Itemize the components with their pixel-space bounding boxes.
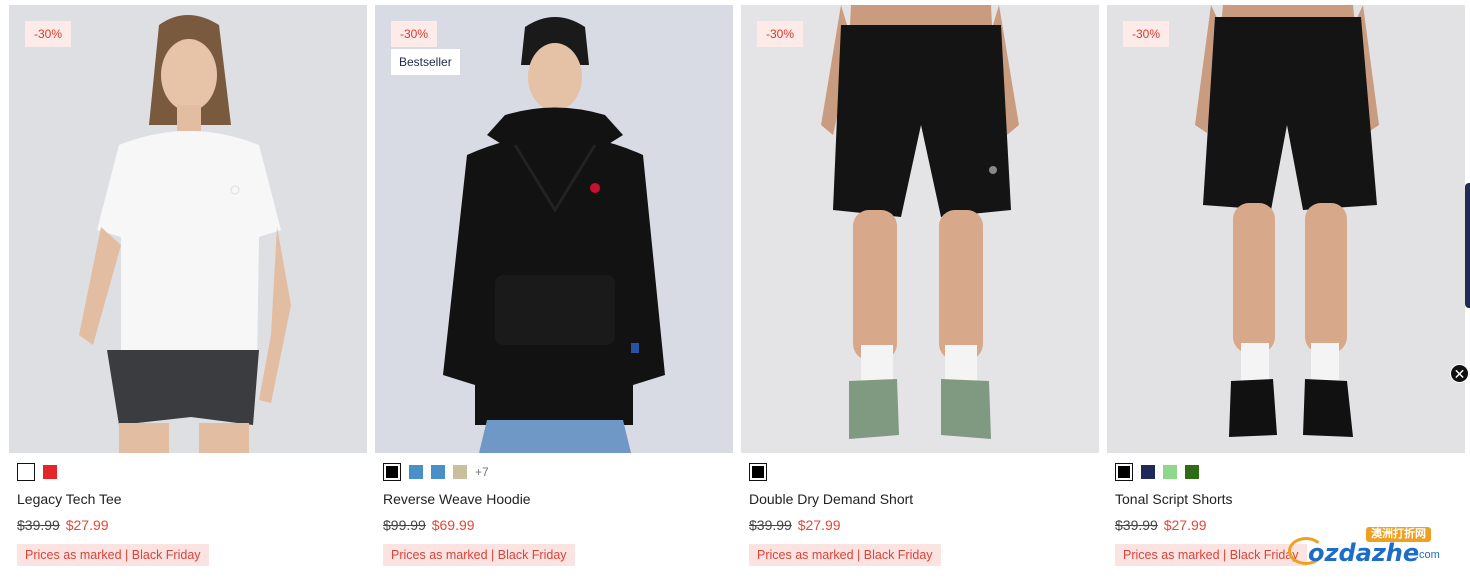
sale-price: $27.99 <box>797 517 841 533</box>
shorts-model-illustration <box>1195 5 1379 437</box>
product-name[interactable]: Double Dry Demand Short <box>749 491 1099 509</box>
product-card[interactable]: -30% Bestseller +7 Reverse Weave Hoodie … <box>375 5 733 566</box>
product-card[interactable]: -30% Tonal Script Shorts $39.99 $27.99 P… <box>1107 5 1465 566</box>
product-price: $39.99 $27.99 <box>17 517 367 535</box>
color-swatch[interactable] <box>453 465 467 479</box>
product-image[interactable]: -30% <box>1107 5 1465 453</box>
product-grid: -30% Legacy Tech Tee $39.99 $27.99 Price… <box>9 5 1465 566</box>
color-swatches <box>1115 463 1465 481</box>
color-swatch[interactable] <box>43 465 57 479</box>
color-swatch[interactable] <box>749 463 767 481</box>
close-icon[interactable]: ✕ <box>1450 364 1469 383</box>
original-price: $99.99 <box>383 517 426 533</box>
bestseller-tag: Bestseller <box>391 49 460 75</box>
discount-badge: -30% <box>391 21 438 47</box>
color-swatch[interactable] <box>1115 463 1133 481</box>
watermark-logo: 澳洲打折网 ozdazhe .com <box>1288 527 1463 573</box>
color-swatches <box>749 463 1099 481</box>
color-swatches: +7 <box>383 463 733 481</box>
tee-model-illustration <box>79 15 291 453</box>
color-swatch[interactable] <box>17 463 35 481</box>
product-name[interactable]: Reverse Weave Hoodie <box>383 491 733 509</box>
watermark-main: ozdazhe <box>1308 539 1420 567</box>
discount-badge: -30% <box>1123 21 1170 47</box>
product-name[interactable]: Tonal Script Shorts <box>1115 491 1465 509</box>
product-price: $99.99 $69.99 <box>383 517 733 535</box>
sale-price: $27.99 <box>1163 517 1207 533</box>
color-swatch[interactable] <box>431 465 445 479</box>
product-image[interactable]: -30% <box>9 5 367 453</box>
product-card[interactable]: -30% Legacy Tech Tee $39.99 $27.99 Price… <box>9 5 367 566</box>
original-price: $39.99 <box>749 517 792 533</box>
product-card[interactable]: -30% Double Dry Demand Short $39.99 $27.… <box>741 5 1099 566</box>
color-swatches <box>17 463 367 481</box>
promo-label: Prices as marked | Black Friday <box>17 544 209 566</box>
color-swatch[interactable] <box>383 463 401 481</box>
product-price: $39.99 $27.99 <box>749 517 1099 535</box>
product-image[interactable]: -30% <box>741 5 1099 453</box>
color-swatch[interactable] <box>1141 465 1155 479</box>
discount-badge: -30% <box>757 21 804 47</box>
discount-badge: -30% <box>25 21 72 47</box>
color-swatch[interactable] <box>1185 465 1199 479</box>
product-name[interactable]: Legacy Tech Tee <box>17 491 367 509</box>
shorts-model-illustration <box>821 5 1019 439</box>
promo-label: Prices as marked | Black Friday <box>1115 544 1307 566</box>
promo-label: Prices as marked | Black Friday <box>383 544 575 566</box>
original-price: $39.99 <box>1115 517 1158 533</box>
sale-price: $27.99 <box>65 517 109 533</box>
color-swatch[interactable] <box>1163 465 1177 479</box>
watermark-com: .com <box>1416 549 1440 561</box>
color-swatch[interactable] <box>409 465 423 479</box>
more-colors-count[interactable]: +7 <box>475 465 489 479</box>
side-drawer-tab[interactable] <box>1465 183 1470 308</box>
promo-label: Prices as marked | Black Friday <box>749 544 941 566</box>
sale-price: $69.99 <box>431 517 475 533</box>
original-price: $39.99 <box>17 517 60 533</box>
product-image[interactable]: -30% Bestseller <box>375 5 733 453</box>
